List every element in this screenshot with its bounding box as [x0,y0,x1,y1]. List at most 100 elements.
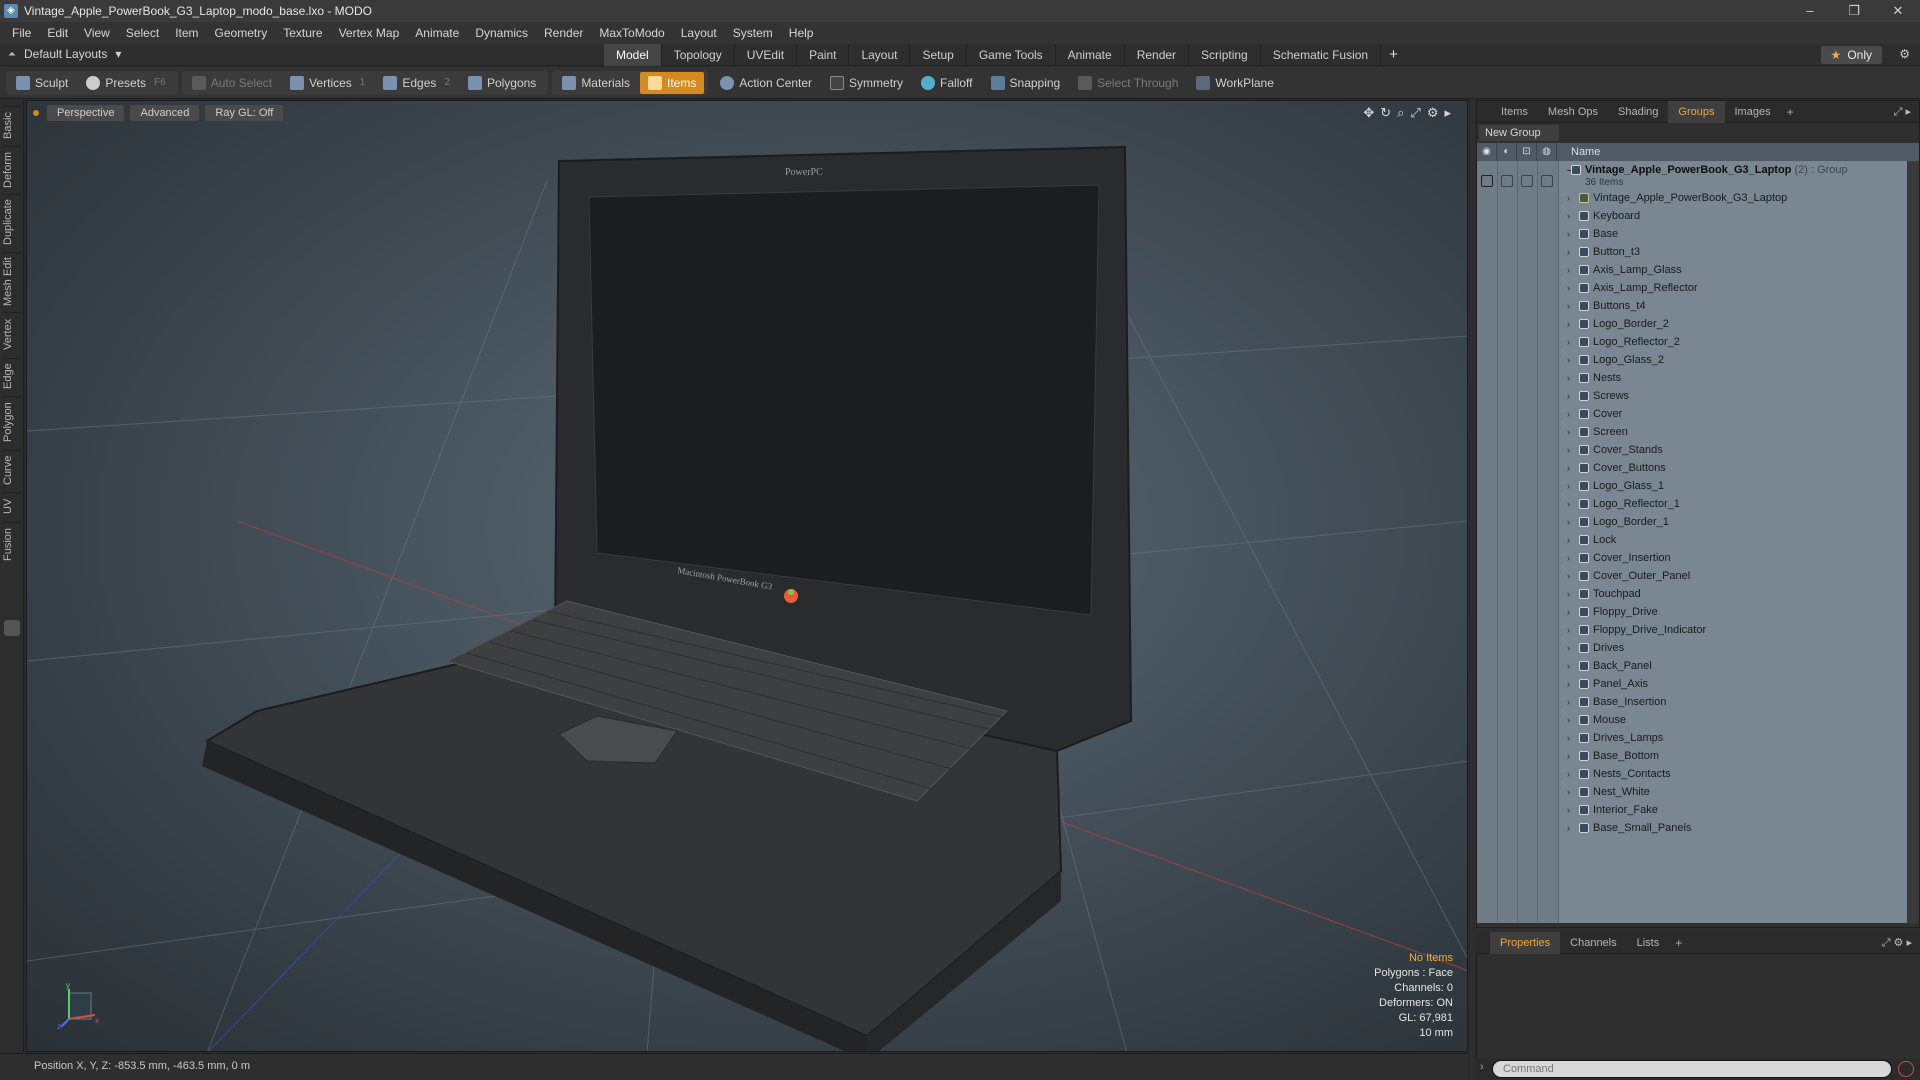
tab-curve[interactable]: Curve [2,450,22,490]
render-icon[interactable]: ◐ [1497,143,1517,161]
list-item[interactable]: › Base_Bottom [1559,747,1907,765]
list-item[interactable]: › Cover_Insertion [1559,549,1907,567]
expand-icon[interactable]: › [1567,603,1570,621]
list-item[interactable]: › Drives_Lamps [1559,729,1907,747]
snapping-button[interactable]: Snapping [983,72,1069,94]
materials-button[interactable]: Materials [554,72,638,94]
list-item[interactable]: › Drives [1559,639,1907,657]
tab-render[interactable]: Render [1125,44,1190,66]
expand-icon[interactable]: › [1567,819,1570,837]
tab-animate[interactable]: Animate [1056,44,1125,66]
menu-vertex-map[interactable]: Vertex Map [331,26,408,40]
tab-layout[interactable]: Layout [849,44,911,66]
tab-fusion[interactable]: Fusion [2,522,22,566]
list-item[interactable]: › Logo_Glass_2 [1559,351,1907,369]
tab-vertex[interactable]: Vertex [2,312,22,356]
expand-icon[interactable]: › [1567,801,1570,819]
expand-icon[interactable]: › [1567,387,1570,405]
expand-icon[interactable]: › [1567,513,1570,531]
expand-icon[interactable]: › [1567,747,1570,765]
tab-items[interactable]: Items [1491,101,1538,123]
menu-render[interactable]: Render [536,26,591,40]
minimize-button[interactable]: – [1788,0,1832,22]
maximize-button[interactable]: ❐ [1832,0,1876,22]
expand-icon[interactable]: › [1567,729,1570,747]
expand-icon[interactable]: › [1567,657,1570,675]
auto-select-button[interactable]: Auto Select [184,72,280,94]
list-item[interactable]: › Floppy_Drive [1559,603,1907,621]
list-item[interactable]: › Keyboard [1559,207,1907,225]
expand-icon[interactable]: › [1567,333,1570,351]
3d-viewport[interactable]: PowerPC Macintosh PowerBook G3 Perspecti… [26,100,1468,1052]
tab-lists[interactable]: Lists [1627,932,1670,954]
gear-icon[interactable]: ⚙ [1899,47,1910,61]
tab-setup[interactable]: Setup [910,44,967,66]
list-item[interactable]: › Button_t3 [1559,243,1907,261]
expand-icon[interactable]: › [1567,369,1570,387]
list-item[interactable]: › Cover [1559,405,1907,423]
layout-selector[interactable]: ⏶ Default Layouts ▾ [8,47,121,61]
expand-icon[interactable]: › [1567,495,1570,513]
list-item[interactable]: › Cover_Outer_Panel [1559,567,1907,585]
polygons-button[interactable]: Polygons [460,72,544,94]
presets-button[interactable]: Presets F6 [78,72,173,94]
tab-uvedit[interactable]: UVEdit [735,44,798,66]
viewport-settings-icon[interactable]: ⚙ [1427,105,1439,121]
expand-icon[interactable]: › [1567,585,1570,603]
select-icon[interactable]: ◍ [1537,143,1557,161]
tab-paint[interactable]: Paint [797,44,850,66]
expand-icon[interactable]: › [1567,639,1570,657]
expand-icon[interactable]: › [1567,783,1570,801]
list-item[interactable]: › Logo_Reflector_2 [1559,333,1907,351]
group-lock-toggle[interactable] [1521,175,1533,187]
list-item[interactable]: › Panel_Axis [1559,675,1907,693]
workplane-button[interactable]: WorkPlane [1188,72,1281,94]
expand-icon[interactable]: › [1567,207,1570,225]
list-item[interactable]: › Axis_Lamp_Reflector [1559,279,1907,297]
expand-icon[interactable]: › [1567,243,1570,261]
group-visibility-toggle[interactable] [1481,175,1493,187]
list-item[interactable]: › Logo_Border_2 [1559,315,1907,333]
list-item[interactable]: › Vintage_Apple_PowerBook_G3_Laptop [1559,189,1907,207]
list-item[interactable]: › Mouse [1559,711,1907,729]
list-item[interactable]: › Back_Panel [1559,657,1907,675]
expand-icon[interactable]: › [1567,279,1570,297]
expand-icon[interactable]: › [1567,261,1570,279]
list-item[interactable]: › Logo_Reflector_1 [1559,495,1907,513]
falloff-button[interactable]: Falloff [913,72,980,94]
expand-icon[interactable]: › [1567,765,1570,783]
properties-settings-icon[interactable]: ⤢ ⚙ ▸ [1882,936,1912,950]
expand-icon[interactable]: › [1567,477,1570,495]
close-button[interactable]: ✕ [1876,0,1920,22]
raygl-button[interactable]: Ray GL: Off [205,105,284,121]
tab-shading[interactable]: Shading [1608,101,1668,123]
viewport-menu-dot[interactable] [33,110,39,116]
add-properties-tab-button[interactable]: + [1669,936,1682,950]
expand-icon[interactable]: › [1567,693,1570,711]
sculpt-button[interactable]: Sculpt [8,72,76,94]
add-tab-button[interactable]: + [1381,44,1406,66]
name-column-header[interactable]: Name [1557,146,1600,158]
tab-model[interactable]: Model [604,44,662,66]
layout-toggle-icon[interactable]: ⏶ [8,49,16,60]
tab-groups[interactable]: Groups [1668,100,1725,123]
menu-animate[interactable]: Animate [407,26,467,40]
list-item[interactable]: › Nests [1559,369,1907,387]
lock-icon[interactable]: ⊡ [1517,143,1537,161]
expand-icon[interactable]: › [1567,459,1570,477]
rotate-icon[interactable]: ↻ [1380,105,1391,121]
list-item[interactable]: › Floppy_Drive_Indicator [1559,621,1907,639]
menu-view[interactable]: View [76,26,118,40]
list-item[interactable]: › Base_Insertion [1559,693,1907,711]
tab-mesh-ops[interactable]: Mesh Ops [1538,101,1608,123]
list-item[interactable]: › Interior_Fake [1559,801,1907,819]
tab-scripting[interactable]: Scripting [1189,44,1261,66]
view-mode-button[interactable]: Perspective [47,105,125,121]
tab-polygon[interactable]: Polygon [2,396,22,448]
list-item[interactable]: › Cover_Stands [1559,441,1907,459]
list-item[interactable]: › Buttons_t4 [1559,297,1907,315]
menu-dynamics[interactable]: Dynamics [467,26,536,40]
menu-select[interactable]: Select [118,26,167,40]
shading-mode-button[interactable]: Advanced [130,105,200,121]
viewport-expand-icon[interactable]: ▸ [1444,105,1451,121]
